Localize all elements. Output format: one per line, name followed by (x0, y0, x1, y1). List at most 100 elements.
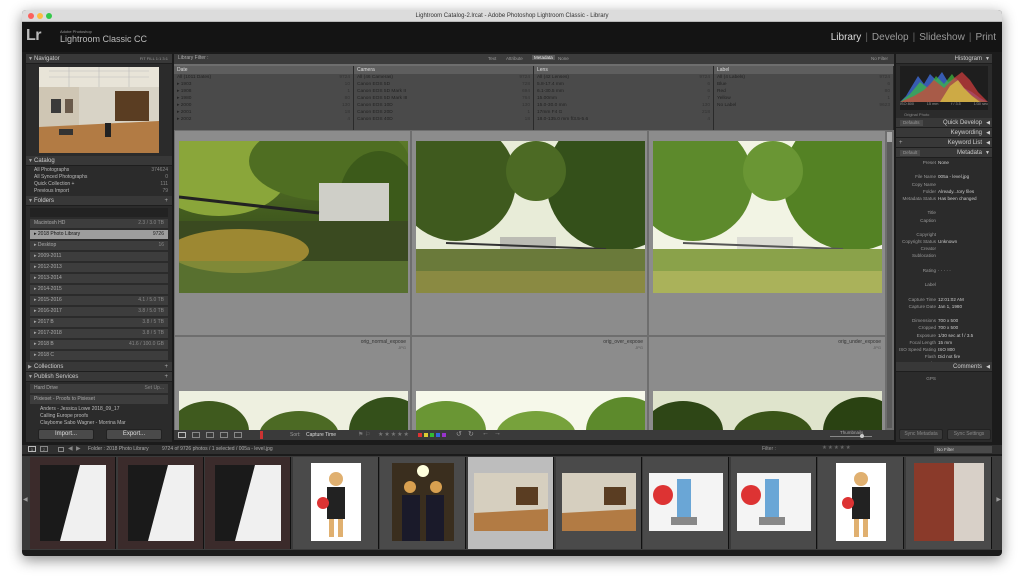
filter-row[interactable]: ▸ 1903 10 (174, 81, 353, 88)
filter-tab-attribute[interactable]: Attribute (506, 56, 523, 61)
photo-thumbnail[interactable] (653, 141, 882, 293)
filter-column-header[interactable]: Lens (534, 66, 713, 74)
people-view-icon[interactable] (234, 432, 242, 438)
filter-row[interactable]: Yellow 1 (714, 95, 893, 102)
catalog-item[interactable]: All Photographs 374624 (26, 167, 172, 174)
filmstrip-grid-icon[interactable] (58, 447, 64, 452)
previous-photo-icon[interactable]: ← (482, 430, 489, 437)
metadata-field[interactable]: Metadata Status Has been changed (896, 195, 992, 202)
quick-develop-header[interactable]: Defaults Quick Develop ◀ (896, 118, 992, 128)
filmstrip-thumbnail[interactable] (818, 457, 905, 549)
catalog-item[interactable]: Quick Collection +111 (26, 181, 172, 188)
module-library[interactable]: Library (831, 32, 862, 43)
filmstrip-thumbnail[interactable] (730, 457, 817, 549)
photo-thumbnail[interactable] (416, 141, 645, 293)
publish-pixieset[interactable]: Pixieset - Proofs to Pixieset (30, 395, 168, 404)
grid-view-icon[interactable] (178, 432, 186, 438)
filter-row[interactable]: ▸ 2002 4 (174, 116, 353, 123)
spray-can-icon[interactable] (260, 431, 263, 439)
compare-view-icon[interactable] (206, 432, 214, 438)
filmstrip-thumbnail[interactable] (643, 457, 730, 549)
filmstrip-thumbnail[interactable] (205, 457, 292, 549)
filter-row[interactable]: ▸ 1980 80 (174, 95, 353, 102)
filter-row[interactable]: No Label 9623 (714, 102, 893, 109)
metadata-field[interactable]: ISO Speed Rating ISO 800 (896, 346, 992, 353)
metadata-field[interactable]: Rating · · · · · (896, 267, 992, 274)
filter-row[interactable]: Red 80 (714, 88, 893, 95)
grid-cell[interactable] (174, 130, 411, 336)
folder-item[interactable]: ▸ Desktop 16 (30, 241, 168, 250)
photo-thumbnail[interactable] (179, 141, 408, 293)
keywording-header[interactable]: Keywording ◀ (896, 128, 992, 138)
filter-row[interactable]: All (46 Cameras) 9724 (354, 74, 533, 81)
filmstrip-thumbnail[interactable] (292, 457, 379, 549)
secondary-display-icon[interactable]: 2 (40, 446, 48, 452)
filter-row[interactable]: 18.0-135.0 mm f/3.5-5.6 4 (534, 116, 713, 123)
folder-item[interactable]: ▸ 2018 Photo Library 9726 (30, 230, 168, 239)
filter-tab-metadata[interactable]: Metadata (532, 55, 555, 60)
metadata-field[interactable]: Capture Time 12:01:02 AM (896, 296, 992, 303)
filter-row[interactable]: 5.8-17.4 mm 6 (534, 81, 713, 88)
filmstrip-source-path[interactable]: Folder : 2018 Photo Library (88, 446, 149, 452)
rotate-right-icon[interactable]: ↻ (468, 430, 474, 438)
comments-header[interactable]: Comments ◀ (896, 362, 992, 372)
grid-cell[interactable]: orig_over_expose JPG (411, 336, 648, 430)
catalog-item[interactable]: All Synced Photographs 0 (26, 174, 172, 181)
filter-tab-text[interactable]: Text (488, 56, 496, 61)
filmstrip-forward-icon[interactable]: ▶ (76, 445, 81, 452)
filmstrip-star-filter[interactable]: ★★★★★ (822, 445, 852, 451)
rotate-left-icon[interactable]: ↺ (456, 430, 462, 438)
metadata-field[interactable]: Capture Date Jan 1, 1980 (896, 303, 992, 310)
metadata-field[interactable]: Preset None (896, 159, 992, 166)
folder-item[interactable]: ▸ 2018 C (30, 351, 168, 360)
folder-item[interactable]: ▸ 2017-2018 3.8 / 5 TB (30, 329, 168, 338)
no-filter-preset[interactable]: No Filter (871, 56, 888, 61)
folder-item[interactable]: ▸ 2014-2015 (30, 285, 168, 294)
grid-cell[interactable] (648, 130, 886, 336)
folder-item[interactable]: ▸ 2015-2016 4.1 / 5.0 TB (30, 296, 168, 305)
catalog-item[interactable]: Previous Import 79 (26, 188, 172, 195)
photo-thumbnail[interactable] (416, 391, 645, 430)
filter-row[interactable]: All (42 Lenses) 9724 (534, 74, 713, 81)
folder-item[interactable]: ▸ 2009-2011 (30, 252, 168, 261)
filter-column-header[interactable]: Date (174, 66, 353, 74)
publish-services-header[interactable]: ▼ Publish Services + (26, 372, 172, 382)
filter-row[interactable]: Canon EOS 40D 18 (354, 116, 533, 123)
publish-collection[interactable]: Calling Europe proofs (26, 413, 172, 420)
grid-view[interactable]: orig_normal_expose JPG orig_over_expose … (174, 130, 886, 430)
module-print[interactable]: Print (975, 32, 996, 43)
filter-row[interactable] (714, 109, 893, 116)
photo-thumbnail[interactable] (179, 391, 408, 430)
filmstrip-thumbnail[interactable] (555, 457, 642, 549)
filter-row[interactable]: 15.0-30.0 mm 130 (534, 102, 713, 109)
grid-cell[interactable]: orig_normal_expose JPG (174, 336, 411, 430)
color-label-green[interactable] (430, 433, 434, 437)
thumbnail-size-slider[interactable] (830, 434, 872, 438)
folder-item[interactable]: ▸ 2012-2013 (30, 263, 168, 272)
color-label-purple[interactable] (442, 433, 446, 437)
filter-column-header[interactable]: Camera (354, 66, 533, 74)
filter-tab-none[interactable]: None (558, 56, 569, 61)
metadata-field[interactable]: Dimensions 700 x 500 (896, 317, 992, 324)
export-button[interactable]: Export... (106, 429, 162, 440)
import-button[interactable]: Import... (38, 429, 94, 440)
filmstrip[interactable]: ◀ ▶ (22, 456, 1002, 550)
metadata-field[interactable]: Exposure 1/30 sec at f / 3.5 (896, 332, 992, 339)
color-label-blue[interactable] (436, 433, 440, 437)
folder-search-field[interactable] (30, 208, 168, 217)
publish-collection[interactable]: Anders - Jessica Lowe 2018_09_17 (26, 406, 172, 413)
navigator-zoom[interactable]: FIT FILL 1:1 3:1 (140, 54, 168, 64)
filter-row[interactable]: Canon EOS 20D 1 (354, 109, 533, 116)
keyword-list-header[interactable]: + Keyword List ◀ (896, 138, 992, 148)
filter-row[interactable]: Blue 6 (714, 81, 893, 88)
sync-settings-button[interactable]: Sync Settings (947, 429, 991, 440)
metadata-field[interactable]: Cropped 700 x 500 (896, 324, 992, 331)
filmstrip-thumbnail[interactable] (117, 457, 204, 549)
metadata-field[interactable]: Flash Did not fire (896, 353, 992, 360)
filter-row[interactable]: ▸ 1908 1 (174, 88, 353, 95)
filter-row[interactable]: ▸ 2000 130 (174, 102, 353, 109)
metadata-field[interactable]: File Name 005a - level.jpg (896, 173, 992, 180)
color-label-yellow[interactable] (424, 433, 428, 437)
grid-cell[interactable]: orig_under_expose JPG (648, 336, 886, 430)
filter-row[interactable]: Canon EOS 5D 728 (354, 81, 533, 88)
